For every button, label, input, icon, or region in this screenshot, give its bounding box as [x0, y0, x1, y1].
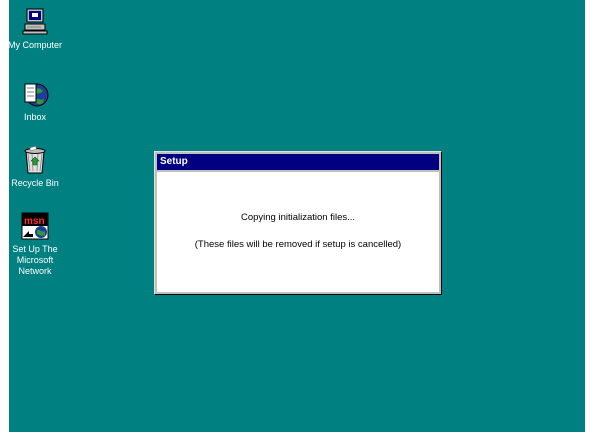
desktop: My Computer Inbox Recycle Bin msn Set Up… — [9, 0, 585, 432]
dialog-title-bar[interactable]: Setup — [157, 154, 439, 170]
inbox-icon — [19, 78, 51, 110]
msn-badge-text: msn — [24, 216, 45, 227]
desktop-icon-my-computer[interactable]: My Computer — [9, 6, 70, 51]
desktop-icon-label: Recycle Bin — [11, 178, 59, 188]
desktop-icon-recycle-bin[interactable]: Recycle Bin — [9, 144, 70, 189]
dialog-body: Copying initialization files... (These f… — [157, 172, 439, 292]
my-computer-icon — [19, 6, 51, 38]
cancel-note: (These files will be removed if setup is… — [194, 239, 402, 250]
recycle-bin-icon — [19, 144, 51, 176]
msn-icon: msn — [19, 210, 51, 242]
dialog-title: Setup — [160, 156, 188, 167]
desktop-icon-label: My Computer — [9, 40, 62, 50]
desktop-icon-inbox[interactable]: Inbox — [9, 78, 70, 123]
setup-dialog: Setup Copying initialization files... (T… — [154, 151, 442, 295]
desktop-icon-label: Inbox — [23, 112, 47, 122]
progress-message: Copying initialization files... — [240, 212, 356, 223]
desktop-icon-msn-setup[interactable]: msn Set Up The Microsoft Network — [9, 210, 70, 277]
desktop-icon-label: Set Up The Microsoft Network — [12, 244, 58, 276]
